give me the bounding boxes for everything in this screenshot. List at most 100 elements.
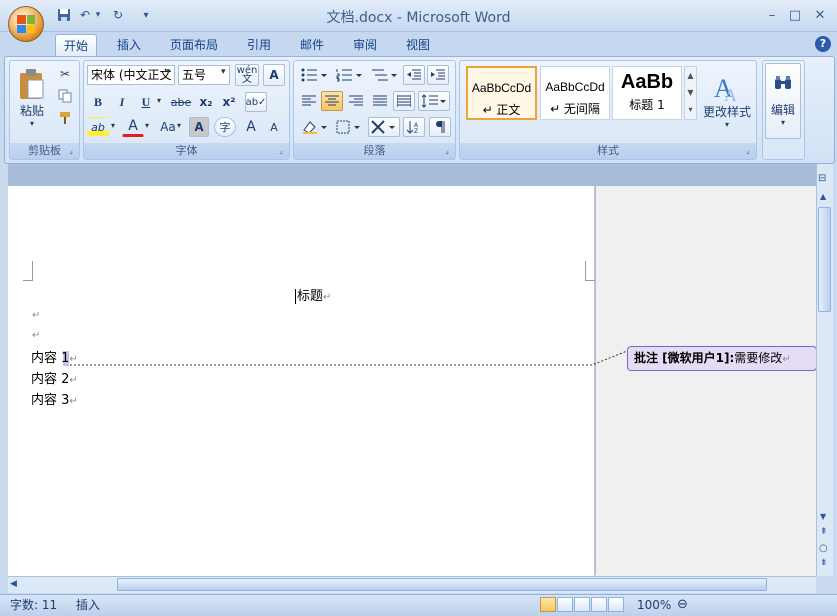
- shading-icon[interactable]: [298, 117, 330, 137]
- borders-icon[interactable]: [333, 117, 363, 137]
- editing-button[interactable]: 编辑 ▾: [765, 63, 801, 139]
- tab-review[interactable]: 审阅: [345, 34, 385, 56]
- print-layout-view-icon[interactable]: [540, 597, 556, 612]
- phonetic-guide-button[interactable]: wén 文: [235, 64, 259, 86]
- superscript-button[interactable]: x²: [218, 92, 240, 112]
- font-group-label: 字体: [84, 143, 289, 159]
- italic-button[interactable]: I: [111, 92, 133, 112]
- tab-references[interactable]: 引用: [239, 34, 279, 56]
- font-name-combo[interactable]: 宋体 (中文正文: [87, 65, 175, 85]
- chevron-down-icon: ▾: [724, 120, 729, 129]
- bold-button[interactable]: B: [87, 92, 109, 112]
- highlight-button[interactable]: ab: [87, 117, 109, 137]
- asian-layout-icon[interactable]: [368, 117, 400, 137]
- chevron-down-icon[interactable]: ▾: [166, 67, 171, 77]
- maximize-button[interactable]: □: [785, 8, 805, 24]
- tab-insert[interactable]: 插入: [109, 34, 149, 56]
- increase-indent-icon[interactable]: [427, 65, 449, 85]
- char-border-button[interactable]: A: [263, 64, 285, 86]
- strikethrough-button[interactable]: abe: [168, 92, 194, 112]
- style-no-spacing[interactable]: AaBbCcDd ↵ 无间隔: [540, 66, 610, 120]
- dialog-launcher-icon[interactable]: ⌟: [276, 146, 286, 156]
- minimize-button[interactable]: –: [762, 8, 782, 24]
- change-styles-button[interactable]: AA 更改样式 ▾: [701, 63, 753, 139]
- dialog-launcher-icon[interactable]: ⌟: [66, 146, 76, 156]
- style-heading-1[interactable]: AaBb 标题 1: [612, 66, 682, 120]
- align-center-icon[interactable]: [321, 91, 343, 111]
- insert-mode[interactable]: 插入: [76, 597, 100, 613]
- subscript-button[interactable]: x₂: [195, 92, 217, 112]
- sort-icon[interactable]: AZ: [403, 117, 425, 137]
- svg-text:Z: Z: [414, 128, 418, 134]
- tab-view[interactable]: 视图: [398, 34, 438, 56]
- svg-text:A: A: [724, 85, 737, 103]
- format-painter-icon[interactable]: [55, 108, 75, 128]
- prev-page-icon[interactable]: ⇞: [820, 527, 828, 537]
- help-icon[interactable]: ?: [815, 36, 831, 52]
- chevron-down-icon[interactable]: ▾: [111, 121, 115, 130]
- web-layout-icon[interactable]: [574, 597, 590, 612]
- chevron-down-icon[interactable]: ▾: [145, 121, 149, 130]
- full-screen-reading-icon[interactable]: [557, 597, 573, 612]
- paste-icon: [20, 69, 44, 99]
- style-normal[interactable]: AaBbCcDd ↵ 正文: [466, 66, 537, 120]
- select-browse-object-icon[interactable]: ○: [819, 543, 828, 554]
- doc-heading[interactable]: 标题↵: [295, 285, 331, 304]
- next-page-icon[interactable]: ⇟: [820, 558, 828, 568]
- align-left-icon[interactable]: [298, 91, 320, 111]
- chevron-down-icon[interactable]: ▾: [221, 67, 226, 77]
- scroll-down-icon[interactable]: ▼: [820, 512, 826, 521]
- empty-paragraph[interactable]: ↵: [32, 330, 40, 341]
- underline-button[interactable]: U: [136, 92, 156, 112]
- office-button[interactable]: [8, 6, 44, 42]
- char-shading-button[interactable]: A: [189, 117, 209, 137]
- outline-view-icon[interactable]: [591, 597, 607, 612]
- window-title: 文档.docx - Microsoft Word: [326, 10, 511, 26]
- style-name: ↵ 正文: [482, 103, 521, 117]
- paste-button[interactable]: 粘贴 ▾: [13, 63, 51, 133]
- comment-balloon[interactable]: 批注 [微软用户1]:需要修改↵: [627, 346, 817, 371]
- chevron-down-icon[interactable]: ▾: [177, 121, 181, 130]
- scroll-up-icon[interactable]: ▲: [820, 192, 826, 201]
- draft-view-icon[interactable]: [608, 597, 624, 612]
- decrease-indent-icon[interactable]: [403, 65, 425, 85]
- chevron-down-icon[interactable]: ▾: [157, 96, 161, 105]
- scroll-left-icon[interactable]: ◀: [10, 579, 17, 589]
- document-page[interactable]: [8, 186, 595, 576]
- close-button[interactable]: ✕: [810, 8, 830, 24]
- ruler-toggle-icon[interactable]: ⊟: [818, 173, 826, 184]
- empty-paragraph[interactable]: ↵: [32, 310, 40, 321]
- show-marks-icon[interactable]: [429, 117, 451, 137]
- copy-icon[interactable]: [55, 86, 75, 106]
- change-styles-icon: AA: [714, 74, 737, 103]
- word-count[interactable]: 字数: 11: [10, 597, 57, 613]
- tab-home[interactable]: 开始: [55, 34, 98, 56]
- zoom-level[interactable]: 100%: [637, 597, 671, 613]
- justify-icon[interactable]: [369, 91, 391, 111]
- clear-format-icon[interactable]: ab✓: [245, 92, 267, 112]
- bullets-icon[interactable]: [298, 65, 330, 85]
- paragraph-mark: ↵: [69, 396, 78, 407]
- comment-text: 需要修改: [734, 351, 783, 365]
- font-color-button[interactable]: A: [122, 117, 144, 137]
- grow-font-button[interactable]: A: [240, 117, 262, 137]
- enclose-char-button[interactable]: 字: [214, 117, 236, 137]
- line-spacing-icon[interactable]: [418, 91, 450, 111]
- zoom-out-icon[interactable]: ⊖: [677, 597, 688, 613]
- cut-icon[interactable]: ✂: [55, 64, 75, 84]
- distributed-icon[interactable]: [393, 91, 415, 111]
- tab-page-layout[interactable]: 页面布局: [162, 34, 226, 56]
- multilevel-list-icon[interactable]: [368, 65, 400, 85]
- doc-line-3[interactable]: 内容 3↵: [31, 389, 78, 408]
- styles-scroll[interactable]: ▲ ▼ ▾: [684, 66, 697, 120]
- horizontal-scroll-thumb[interactable]: [117, 578, 767, 591]
- align-right-icon[interactable]: [345, 91, 367, 111]
- office-logo-icon: [17, 15, 35, 33]
- vertical-scroll-thumb[interactable]: [818, 207, 831, 312]
- doc-line-2[interactable]: 内容 2↵: [31, 368, 78, 387]
- tab-mailings[interactable]: 邮件: [292, 34, 332, 56]
- shrink-font-button[interactable]: A: [263, 117, 285, 137]
- dialog-launcher-icon[interactable]: ⌟: [442, 146, 452, 156]
- dialog-launcher-icon[interactable]: ⌟: [743, 146, 753, 156]
- numbering-icon[interactable]: [333, 65, 365, 85]
